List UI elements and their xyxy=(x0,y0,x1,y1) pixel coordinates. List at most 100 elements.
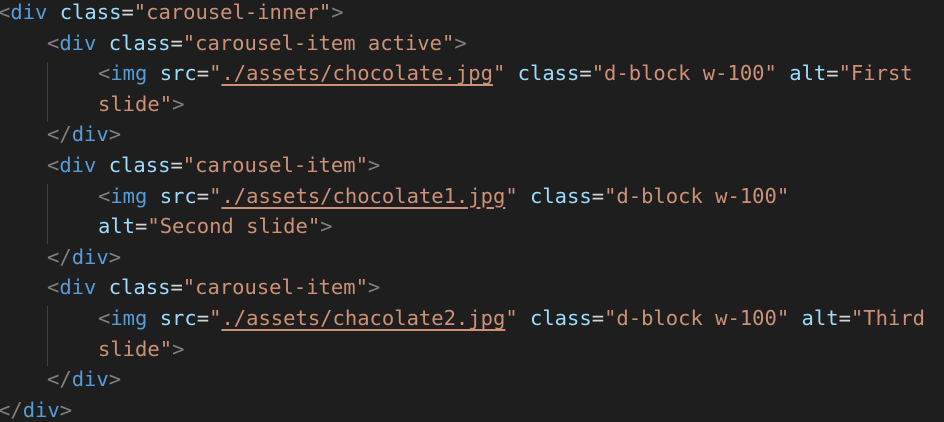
code-token: > xyxy=(454,30,467,55)
code-token: " xyxy=(209,306,222,330)
code-token[interactable]: ./assets/chocolate.jpg xyxy=(221,61,493,85)
code-line: <img src="./assets/chocolate1.jpg" class… xyxy=(98,181,944,211)
code-token: "Third xyxy=(850,306,925,330)
code-token: img xyxy=(110,306,148,330)
code-token: "First xyxy=(838,61,913,86)
code-token: > xyxy=(367,153,381,177)
code-token: "d-block w-100" xyxy=(591,61,777,86)
code-line: slide"> xyxy=(98,89,944,119)
code-token: class xyxy=(108,153,171,177)
code-token: class xyxy=(530,183,592,208)
code-token: = xyxy=(196,61,210,86)
code-token: " xyxy=(492,61,506,86)
code-token: > xyxy=(320,214,333,239)
code-line: </div> xyxy=(47,242,944,272)
code-token: = xyxy=(170,30,183,55)
code-token: "carousel-inner" xyxy=(133,0,332,24)
code-token: = xyxy=(591,306,605,330)
code-token: < xyxy=(47,153,60,177)
code-line: slide"> xyxy=(98,334,944,364)
code-token: class xyxy=(108,275,171,300)
code-token: " xyxy=(209,61,222,86)
code-token: = xyxy=(826,61,839,86)
code-line: <div class="carousel-item"> xyxy=(47,272,944,302)
code-token: div xyxy=(59,153,97,177)
code-token: </ xyxy=(47,367,72,392)
code-token: div xyxy=(71,367,109,392)
code-token: = xyxy=(196,306,210,330)
code-token: > xyxy=(108,122,122,147)
code-token: > xyxy=(59,397,73,422)
code-editor[interactable]: <div class="carousel-inner"> <div class="… xyxy=(0,0,944,422)
code-token: class xyxy=(517,61,580,86)
code-token: > xyxy=(108,244,122,269)
indent-guide xyxy=(47,306,48,366)
code-token: = xyxy=(591,183,605,208)
code-token: img xyxy=(110,183,148,208)
code-token: > xyxy=(172,336,185,361)
code-token: > xyxy=(331,0,344,24)
code-token: div xyxy=(59,30,97,55)
indent-guide xyxy=(47,184,48,244)
code-token: alt xyxy=(789,61,827,86)
code-token: " xyxy=(209,183,222,208)
code-token: div xyxy=(71,122,109,147)
code-token: "carousel-item" xyxy=(182,153,368,177)
code-token: "Second slide" xyxy=(147,214,321,239)
code-token: img xyxy=(110,61,148,86)
code-token: < xyxy=(47,275,60,300)
code-token: div xyxy=(10,0,48,24)
code-token: slide" xyxy=(98,336,173,361)
code-line: <div class="carousel-item active"> xyxy=(47,28,944,58)
code-token: = xyxy=(170,275,183,300)
code-line: <img src="./assets/chacolate2.jpg" class… xyxy=(98,303,944,333)
indent-guide xyxy=(47,62,48,122)
code-line: <img src="./assets/chocolate.jpg" class=… xyxy=(98,58,944,88)
code-token: < xyxy=(98,306,111,330)
code-token: " xyxy=(505,183,518,208)
code-line: </div> xyxy=(47,364,944,394)
code-token: = xyxy=(135,214,148,239)
code-token: </ xyxy=(0,397,23,422)
code-token: class xyxy=(59,0,122,24)
code-token: alt xyxy=(98,214,136,239)
code-token: = xyxy=(121,0,134,24)
code-token: = xyxy=(579,61,592,86)
code-token: </ xyxy=(47,244,72,269)
code-line: </div> xyxy=(0,395,942,422)
code-line: alt="Second slide"> xyxy=(98,211,944,241)
code-token: < xyxy=(98,61,111,86)
code-token: </ xyxy=(47,122,72,147)
code-token: src xyxy=(159,61,197,86)
code-token: div xyxy=(71,244,109,269)
code-token: "d-block w-100" xyxy=(604,306,790,330)
code-token: src xyxy=(159,306,197,330)
code-token: src xyxy=(159,183,197,208)
code-token: "carousel-item active" xyxy=(182,30,455,55)
code-token[interactable]: ./assets/chocolate1.jpg xyxy=(221,184,505,208)
code-token: alt xyxy=(801,306,839,330)
code-token: class xyxy=(108,30,171,55)
code-token: "carousel-item" xyxy=(182,275,368,300)
code-token: = xyxy=(838,306,851,330)
code-token[interactable]: ./assets/chacolate2.jpg xyxy=(221,306,505,330)
code-token: slide" xyxy=(98,91,173,116)
code-token: div xyxy=(22,397,60,422)
code-line: </div> xyxy=(47,119,944,149)
code-token: < xyxy=(0,0,11,24)
code-token: > xyxy=(172,91,185,116)
code-token: = xyxy=(170,153,183,177)
code-token: "d-block w-100" xyxy=(604,183,790,208)
code-token: div xyxy=(59,275,97,300)
